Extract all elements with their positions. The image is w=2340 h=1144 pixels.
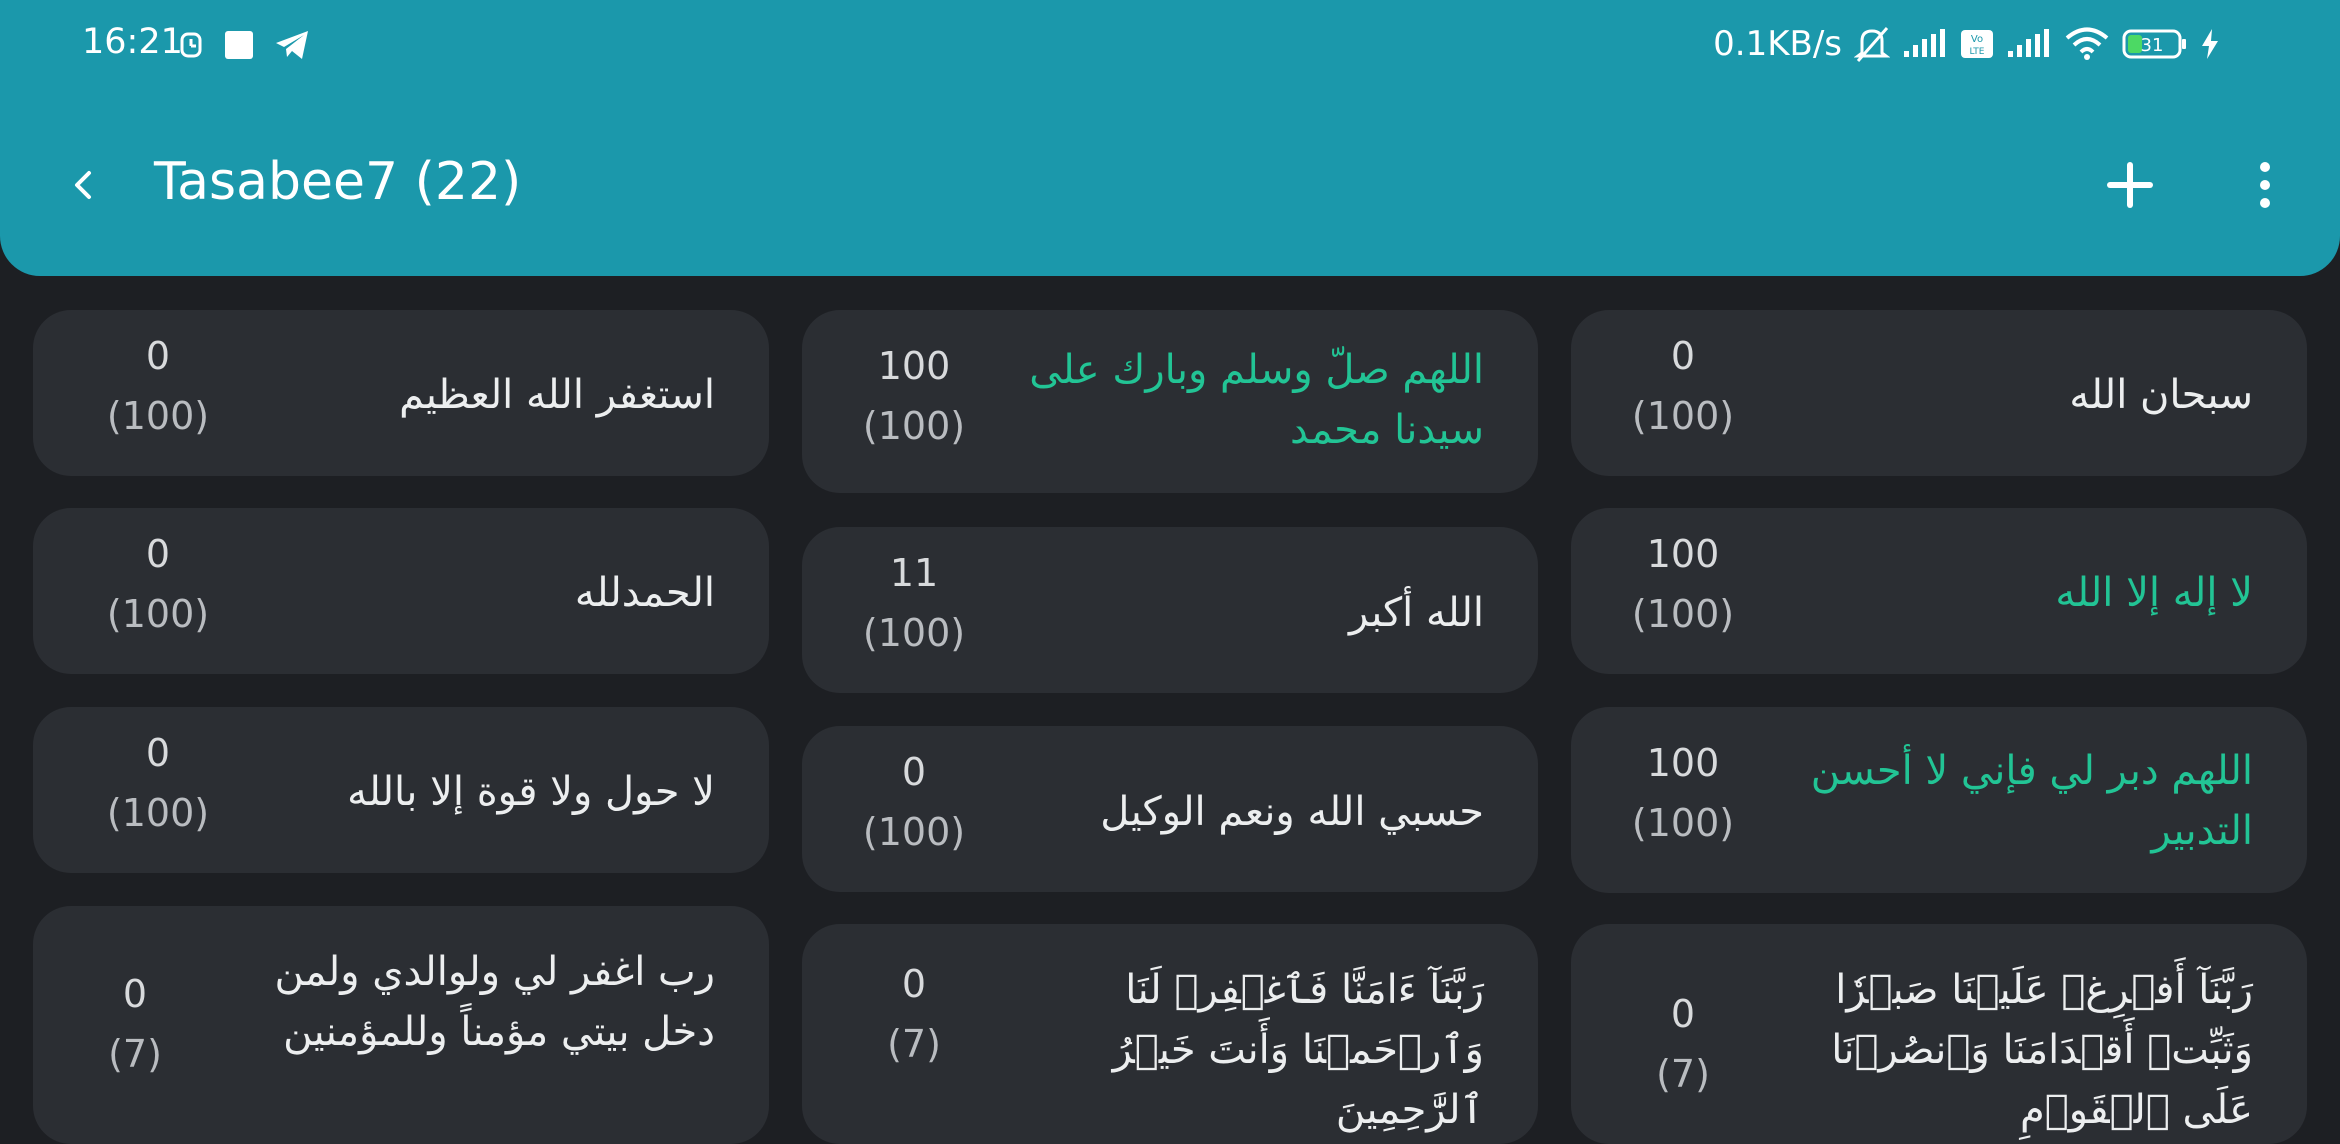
- tasbeeh-text: لا إله إلا الله: [2055, 570, 2253, 616]
- mute-icon: [1854, 25, 1890, 63]
- tasbeeh-card[interactable]: لا إله إلا الله 100 (100): [1571, 508, 2307, 674]
- tasbeeh-card[interactable]: اللهم دبر لي فإني لا أحسن التدبير 100 (1…: [1571, 707, 2307, 893]
- tasbeeh-count: 100: [1646, 741, 1720, 785]
- tasbeeh-card[interactable]: الحمدلله 0 (100): [33, 508, 769, 674]
- volte-icon: Vo LTE: [1960, 29, 1994, 59]
- signal-icon: [2006, 29, 2052, 59]
- charging-icon: [2200, 29, 2220, 59]
- tasbeeh-target: (100): [106, 592, 210, 636]
- chevron-left-icon: [75, 171, 91, 199]
- tasbeeh-target: (100): [1631, 592, 1735, 636]
- tasbeeh-target: (7): [108, 1032, 162, 1076]
- status-bar: 16:21 0.1KB/s Vo LTE 31: [0, 0, 2340, 100]
- tasbeeh-text: اللهم دبر لي فإني لا أحسن التدبير: [1810, 748, 2253, 854]
- telegram-icon: [274, 29, 310, 61]
- page-title: Tasabee7 (22): [154, 152, 522, 212]
- tasbeeh-count: 0: [901, 962, 927, 1006]
- svg-text:LTE: LTE: [1970, 47, 1985, 57]
- signal-icon: [1902, 29, 1948, 59]
- tasbeeh-target: (7): [1656, 1052, 1710, 1096]
- tasbeeh-card[interactable]: رب اغفر لي ولوالدي ولمن دخل بيتي مؤمناً …: [33, 906, 769, 1144]
- tasbeeh-target: (100): [862, 404, 966, 448]
- back-button[interactable]: [55, 155, 115, 215]
- tasbeeh-count: 0: [145, 731, 171, 775]
- network-speed: 0.1KB/s: [1713, 24, 1842, 64]
- tasbeeh-text: رب اغفر لي ولوالدي ولمن دخل بيتي مؤمناً …: [274, 949, 715, 1055]
- tasbeeh-card[interactable]: سبحان الله 0 (100): [1571, 310, 2307, 476]
- tasbeeh-target: (100): [1631, 394, 1735, 438]
- tasbeeh-text: لا حول ولا قوة إلا بالله: [347, 769, 715, 815]
- tasbeeh-target: (7): [887, 1022, 941, 1066]
- more-vertical-icon: [2260, 162, 2270, 208]
- tasbeeh-count: 11: [889, 551, 939, 595]
- tasbeeh-text: رَبَّنَآ ءَامَنَّا فَٱغۡفِرۡ لَنَا وَٱرۡ…: [1112, 967, 1484, 1133]
- tasbeeh-card[interactable]: رَبَّنَآ أَفۡرِغۡ عَلَيۡنَا صَبۡرٗا وَثَ…: [1571, 924, 2307, 1144]
- tasbeeh-target: (100): [106, 791, 210, 835]
- battery-icon: 31: [2122, 27, 2188, 61]
- tasbeeh-target: (100): [862, 611, 966, 655]
- tasbeeh-count: 0: [1670, 334, 1696, 378]
- tasbeeh-count: 0: [901, 750, 927, 794]
- plus-icon: [2107, 162, 2153, 208]
- tasbeeh-card[interactable]: الله أكبر 11 (100): [802, 527, 1538, 693]
- tasbeeh-count: 0: [122, 972, 148, 1016]
- tasbeeh-target: (100): [862, 810, 966, 854]
- tasbeeh-count: 0: [145, 532, 171, 576]
- svg-text:Vo: Vo: [1971, 34, 1983, 45]
- alarm-icon: [178, 28, 204, 62]
- battery-level: 31: [2141, 35, 2164, 56]
- tasbeeh-text: اللهم صلّ وسلم وبارك على سيدنا محمد: [1029, 347, 1484, 453]
- tasbeeh-count: 100: [877, 344, 951, 388]
- tasbeeh-text: استغفر الله العظيم: [399, 372, 715, 418]
- tasbeeh-text: سبحان الله: [2069, 372, 2253, 418]
- wifi-icon: [2064, 27, 2110, 61]
- tasbeeh-count: 0: [1670, 992, 1696, 1036]
- tasbeeh-card[interactable]: حسبي الله ونعم الوكيل 0 (100): [802, 726, 1538, 892]
- toolbar: Tasabee7 (22): [0, 130, 2340, 240]
- tasbeeh-text: الله أكبر: [1349, 590, 1484, 636]
- tasbeeh-count: 0: [145, 334, 171, 378]
- tasbeeh-card[interactable]: اللهم صلّ وسلم وبارك على سيدنا محمد 100 …: [802, 310, 1538, 493]
- tasbeeh-text: حسبي الله ونعم الوكيل: [1100, 789, 1484, 835]
- tasbeeh-count: 100: [1646, 532, 1720, 576]
- tasbeeh-target: (100): [1631, 801, 1735, 845]
- tasbeeh-text: الحمدلله: [574, 570, 715, 616]
- app-bar: 16:21 0.1KB/s Vo LTE 31 Tasabee7 (22): [0, 0, 2340, 276]
- add-button[interactable]: [2100, 155, 2160, 215]
- tasbeeh-target: (100): [106, 394, 210, 438]
- tasbeeh-card[interactable]: استغفر الله العظيم 0 (100): [33, 310, 769, 476]
- overflow-menu-button[interactable]: [2240, 155, 2290, 215]
- tasbeeh-card[interactable]: لا حول ولا قوة إلا بالله 0 (100): [33, 707, 769, 873]
- tasbeeh-text: رَبَّنَآ أَفۡرِغۡ عَلَيۡنَا صَبۡرٗا وَثَ…: [1831, 967, 2253, 1133]
- status-time: 16:21: [82, 22, 183, 62]
- tasbeeh-card[interactable]: رَبَّنَآ ءَامَنَّا فَٱغۡفِرۡ لَنَا وَٱرۡ…: [802, 924, 1538, 1144]
- screen-record-icon: [224, 30, 254, 60]
